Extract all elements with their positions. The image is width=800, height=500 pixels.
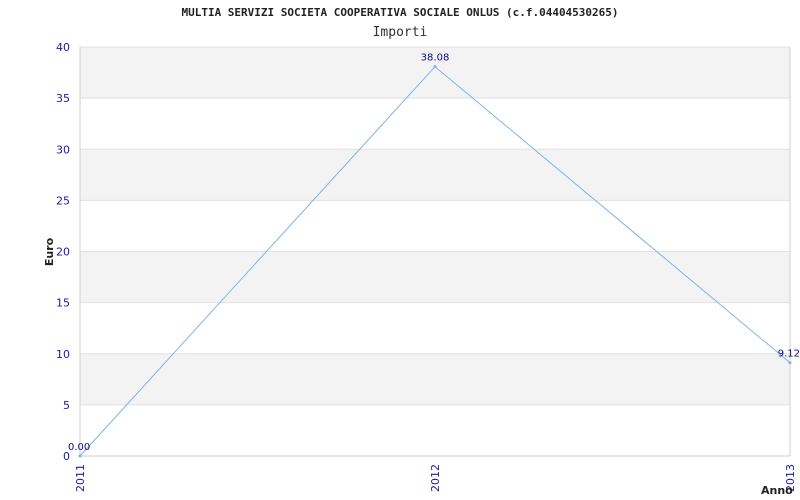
grid-band [80, 302, 790, 354]
data-point [788, 361, 792, 365]
y-tick-label: 25 [56, 194, 70, 207]
x-tick-label: 2011 [74, 464, 87, 492]
y-tick-label: 10 [56, 348, 70, 361]
data-label: 0.00 [68, 442, 90, 453]
line-chart: 0510152025303540 2011 2012 2013 0.0038.089… [43, 41, 800, 497]
x-axis-title: Anno [761, 484, 793, 497]
grid-band [80, 353, 790, 405]
y-axis-title: Euro [43, 237, 56, 266]
y-tick-label: 40 [56, 41, 70, 54]
data-label: 9.12 [778, 349, 800, 360]
data-point [433, 65, 437, 69]
y-tick-label: 15 [56, 297, 70, 310]
y-tick-label: 30 [56, 143, 70, 156]
grid-band [80, 404, 790, 456]
y-tick-label: 20 [56, 246, 70, 259]
y-tick-label: 35 [56, 92, 70, 105]
data-label: 38.08 [421, 53, 450, 64]
grid-band [80, 98, 790, 150]
grid-band [80, 200, 790, 252]
data-point [78, 454, 82, 458]
x-tick-label: 2012 [429, 464, 442, 492]
grid-band [80, 149, 790, 201]
grid-band [80, 251, 790, 303]
y-tick-label: 5 [63, 399, 70, 412]
